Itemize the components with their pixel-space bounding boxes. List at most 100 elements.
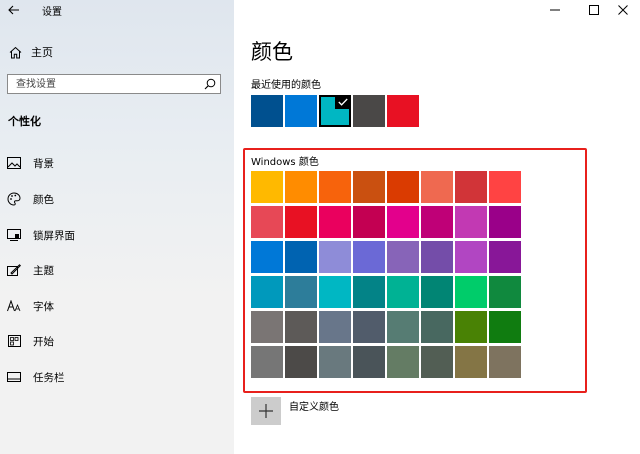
recent-color-swatch[interactable] [319,95,351,127]
close-icon [618,5,628,15]
nav-item-colors[interactable]: 颜色 [0,189,234,209]
color-swatch[interactable] [489,241,521,273]
color-swatch[interactable] [353,206,385,238]
nav-item-label: 颜色 [33,193,54,206]
nav-item-taskbar[interactable]: 任务栏 [0,367,234,387]
recent-color-swatch[interactable] [387,95,419,127]
recent-colors-label: 最近使用的颜色 [251,80,321,91]
back-button[interactable] [4,1,24,19]
color-swatch[interactable] [421,346,453,378]
color-swatch[interactable] [455,276,487,308]
color-swatch[interactable] [387,346,419,378]
color-swatch[interactable] [387,171,419,203]
color-swatch[interactable] [489,276,521,308]
start-icon [7,334,21,348]
taskbar-icon [7,370,21,384]
nav-item-label: 锁屏界面 [33,229,75,242]
color-swatch[interactable] [285,276,317,308]
lock-screen-icon [7,228,21,242]
nav-item-lock-screen[interactable]: 锁屏界面 [0,225,234,245]
font-icon [7,299,21,313]
color-swatch[interactable] [489,206,521,238]
custom-color-button[interactable] [251,397,281,425]
home-icon [7,44,23,60]
nav-item-label: 任务栏 [33,371,65,384]
color-swatch[interactable] [387,241,419,273]
page-title: 颜色 [251,40,293,64]
nav-item-themes[interactable]: 主题 [0,260,234,280]
color-swatch[interactable] [353,276,385,308]
nav-item-fonts[interactable]: 字体 [0,296,234,316]
color-swatch[interactable] [251,346,283,378]
color-swatch[interactable] [251,206,283,238]
windows-color-grid [251,171,526,378]
color-swatch[interactable] [285,311,317,343]
color-swatch[interactable] [353,346,385,378]
maximize-icon [589,5,599,15]
color-swatch[interactable] [489,311,521,343]
nav-item-label: 字体 [33,300,54,313]
section-title: 个性化 [8,115,41,128]
color-swatch[interactable] [285,171,317,203]
color-swatch[interactable] [285,346,317,378]
color-swatch[interactable] [455,346,487,378]
recent-colors-row [251,95,421,127]
color-swatch[interactable] [285,241,317,273]
search-icon[interactable] [204,78,216,90]
nav-home[interactable]: 主页 [0,42,234,62]
color-swatch[interactable] [455,311,487,343]
search-box[interactable] [7,74,221,94]
color-swatch[interactable] [421,241,453,273]
picture-icon [7,156,21,170]
color-swatch[interactable] [251,276,283,308]
minimize-icon [550,9,560,11]
color-swatch[interactable] [319,241,351,273]
color-swatch[interactable] [319,311,351,343]
nav-item-label: 开始 [33,335,54,348]
color-swatch[interactable] [489,346,521,378]
color-swatch[interactable] [319,276,351,308]
color-swatch[interactable] [319,346,351,378]
custom-color-label[interactable]: 自定义颜色 [289,398,339,413]
windows-colors-label: Windows 颜色 [251,157,319,168]
color-swatch[interactable] [353,171,385,203]
recent-color-swatch[interactable] [251,95,283,127]
nav-item-start[interactable]: 开始 [0,331,234,351]
color-swatch[interactable] [455,171,487,203]
recent-color-swatch[interactable] [353,95,385,127]
color-swatch[interactable] [421,276,453,308]
plus-icon [259,404,273,418]
color-swatch[interactable] [319,206,351,238]
color-swatch[interactable] [387,311,419,343]
color-swatch[interactable] [421,206,453,238]
color-swatch[interactable] [421,311,453,343]
nav-item-background[interactable]: 背景 [0,153,234,173]
color-swatch[interactable] [319,171,351,203]
title-bar: 设置 [0,0,234,20]
nav-home-label: 主页 [31,46,53,59]
color-swatch[interactable] [489,171,521,203]
color-swatch[interactable] [353,241,385,273]
back-arrow-icon [8,5,19,15]
nav-item-label: 主题 [33,264,54,277]
minimize-button[interactable] [538,0,572,20]
color-swatch[interactable] [251,241,283,273]
nav-item-label: 背景 [33,157,54,170]
recent-color-swatch[interactable] [285,95,317,127]
color-swatch[interactable] [387,206,419,238]
theme-icon [7,263,21,277]
color-swatch[interactable] [251,171,283,203]
color-swatch[interactable] [251,311,283,343]
color-swatch[interactable] [455,241,487,273]
color-swatch[interactable] [421,171,453,203]
checkmark-icon [335,95,351,109]
palette-icon [7,192,21,206]
color-swatch[interactable] [353,311,385,343]
color-swatch[interactable] [285,206,317,238]
search-input[interactable] [8,75,206,93]
app-title: 设置 [42,7,62,18]
color-swatch[interactable] [455,206,487,238]
close-button[interactable] [606,0,640,20]
sidebar: 设置 主页 个性化 背景 颜色 锁屏界面 [0,0,234,454]
color-swatch[interactable] [387,276,419,308]
